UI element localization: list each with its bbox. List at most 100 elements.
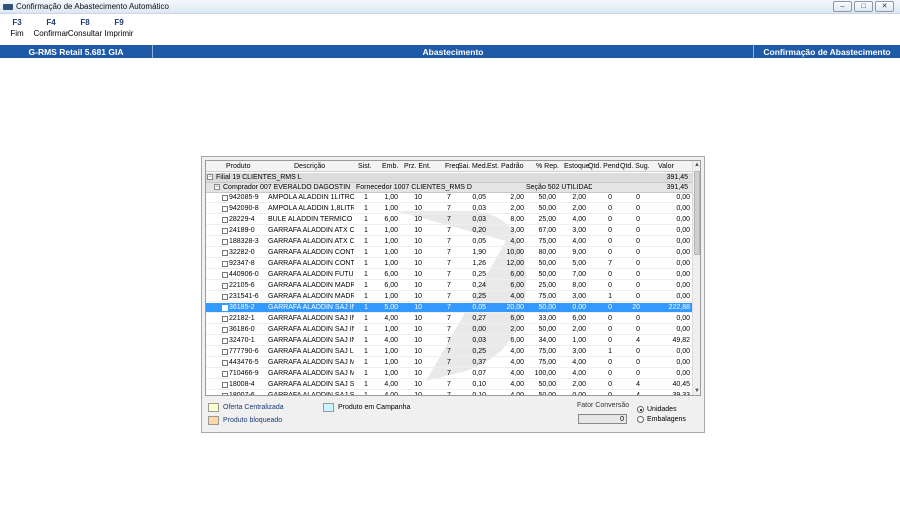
product-row[interactable]: 710466-9 GARRAFA ALADDIN SAJ ME 1 1,00 10 7 0,… (206, 369, 694, 379)
cell-descri-o: GARRAFA ALADDIN FUTURA (268, 271, 354, 278)
product-row[interactable]: 36185-2 GARRAFA ALADDIN SAJ IN.(1 5,00 10 7 0… (206, 303, 694, 313)
toolbar-button-imprimir[interactable]: F9 Imprimir (102, 17, 136, 45)
scrollbar-thumb[interactable] (694, 171, 700, 255)
row-checkbox[interactable] (222, 272, 228, 278)
cell-prz-ent-: 10 (414, 392, 422, 396)
product-row[interactable]: 942085-9 AMPOLA ALADDIN 1LITRO B 1 1,00 10 7 0… (206, 193, 694, 203)
row-checkbox[interactable] (222, 371, 228, 377)
unidades-label: Unidades (647, 406, 677, 413)
toolbar-button-confirmar[interactable]: F4 Confirmar (33, 17, 68, 45)
cell-qtd-sug-: 0 (636, 238, 640, 245)
cell-descri-o: GARRAFA ALADDIN SAJ IN.( (268, 304, 354, 311)
cell-qtd-pend: 0 (608, 337, 612, 344)
toolbar-button-label: Imprimir (104, 29, 134, 38)
unidades-radio-dot[interactable] (637, 406, 644, 413)
product-row[interactable]: 231541-6 GARRAFA ALADDIN MADRI 1 1,00 10 7 0,2… (206, 292, 694, 302)
column-header[interactable]: Produto (226, 161, 251, 172)
cell-prz-ent-: 10 (414, 227, 422, 234)
cell-est-padr-o: 12,00 (506, 260, 524, 267)
product-row[interactable]: 32470-1 GARRAFA ALADDIN SAJ INC 1 4,00 10 7 0,… (206, 336, 694, 346)
column-header[interactable]: Prz. Ent. (404, 161, 431, 172)
row-checkbox[interactable] (222, 338, 228, 344)
row-checkbox[interactable] (222, 327, 228, 333)
row-checkbox[interactable] (222, 305, 228, 311)
product-row[interactable]: 92347-8 GARRAFA ALADDIN CONTIN 1 1,00 10 7 1,2… (206, 259, 694, 269)
column-header[interactable]: Valor (658, 161, 674, 172)
cell-freq-: 7 (447, 216, 451, 223)
row-checkbox[interactable] (222, 217, 228, 223)
cell-valor: 0,00 (676, 315, 690, 322)
vertical-scrollbar[interactable]: ▲ ▼ (692, 161, 700, 395)
close-button[interactable]: ✕ (875, 1, 894, 12)
row-checkbox[interactable] (222, 294, 228, 300)
product-row[interactable]: 22182-1 GARRAFA ALADDIN SAJ INC 1 4,00 10 7 0,… (206, 314, 694, 324)
row-checkbox[interactable] (222, 239, 228, 245)
maximize-button[interactable]: □ (854, 1, 873, 12)
fator-value-field[interactable]: 0 (578, 414, 627, 424)
cell-freq-: 7 (447, 392, 451, 396)
filial-group-row[interactable]: − Filial 19 CLIENTES_RMS L 391,45 (206, 173, 694, 183)
collapse-icon[interactable]: − (214, 184, 220, 190)
toolbar-button-consultar[interactable]: F8 Consultar (68, 17, 102, 45)
row-checkbox[interactable] (222, 250, 228, 256)
row-checkbox[interactable] (222, 382, 228, 388)
cell-emb-: 6,00 (384, 282, 398, 289)
product-row[interactable]: 22105-6 GARRAFA ALADDIN MADRI F 1 6,00 10 7 0,… (206, 281, 694, 291)
column-header[interactable]: Est. Padrão (487, 161, 524, 172)
row-checkbox[interactable] (222, 261, 228, 267)
row-checkbox[interactable] (222, 195, 228, 201)
product-row[interactable]: 942090-8 AMPOLA ALADDIN 1,8LITRO 1 1,00 10 7 0… (206, 204, 694, 214)
product-row[interactable]: 18008-4 GARRAFA ALADDIN SAJ SU 1 4,00 10 7 0,1… (206, 380, 694, 390)
row-checkbox[interactable] (222, 228, 228, 234)
products-grid[interactable]: Produto Descrição Sist. Emb. Prz. Ent. Freq. S… (205, 160, 701, 396)
grid-header: Produto Descrição Sist. Emb. Prz. Ent. Freq. S… (206, 161, 694, 172)
cell-sai-med-: 0,25 (472, 348, 486, 355)
comprador-value: 391,45 (666, 184, 688, 191)
row-checkbox[interactable] (222, 349, 228, 355)
product-row[interactable]: 440906-0 GARRAFA ALADDIN FUTURA 1 6,00 10 7 0,… (206, 270, 694, 280)
cell-qtd-sug-: 0 (636, 227, 640, 234)
product-row[interactable]: 28229-4 BULE ALADDIN TERMICO 75(1 6,00 10 7 0… (206, 215, 694, 225)
cell-est-padr-o: 6,00 (510, 337, 524, 344)
unidades-radio[interactable]: Unidades (637, 406, 677, 413)
column-header[interactable]: Estoque (564, 161, 590, 172)
column-header[interactable]: Qtd. Pend (588, 161, 620, 172)
column-header[interactable]: % Rep. (536, 161, 559, 172)
collapse-icon[interactable]: − (207, 174, 213, 180)
product-row[interactable]: 188328-3 GARRAFA ALADDIN ATX CO 1 1,00 10 7 0,… (206, 237, 694, 247)
column-header[interactable]: Sist. (358, 161, 372, 172)
cell-sai-med-: 0,03 (472, 216, 486, 223)
product-row[interactable]: 24189-0 GARRAFA ALADDIN ATX CA 1 1,00 10 7 0,2… (206, 226, 694, 236)
cell--rep-: 25,00 (538, 282, 556, 289)
comprador-group-row[interactable]: − Comprador 007 EVERALDO DAGOSTIN Forneced… (206, 183, 694, 193)
cell-valor: 0,00 (676, 238, 690, 245)
cell--rep-: 50,00 (538, 205, 556, 212)
product-row[interactable]: 32282-0 GARRAFA ALADDIN CONTIN 1 1,00 10 7 1,9… (206, 248, 694, 258)
cell-emb-: 4,00 (384, 392, 398, 396)
embalagens-radio[interactable]: Embalagens (637, 416, 686, 423)
toolbar-button-fim[interactable]: F3 Fim (0, 17, 34, 45)
column-header[interactable]: Qtd. Sug. (620, 161, 650, 172)
product-row[interactable]: 36186-0 GARRAFA ALADDIN SAJ INC 1 1,00 10 7 0,… (206, 325, 694, 335)
column-header[interactable]: Sai. Med. (458, 161, 488, 172)
product-row[interactable]: 443476-5 GARRAFA ALADDIN SAJ MA 1 1,00 10 7 0,… (206, 358, 694, 368)
product-row[interactable]: 18007-6 GARRAFA ALADDIN SAJ SU 1 4,00 10 7 0,1… (206, 391, 694, 396)
scroll-down-icon[interactable]: ▼ (694, 387, 700, 395)
embalagens-radio-dot[interactable] (637, 416, 644, 423)
cell-valor: 0,00 (676, 249, 690, 256)
scroll-up-icon[interactable]: ▲ (694, 161, 700, 169)
row-checkbox[interactable] (222, 360, 228, 366)
column-header[interactable]: Emb. (382, 161, 398, 172)
cell-estoque: 2,00 (572, 194, 586, 201)
row-checkbox[interactable] (222, 316, 228, 322)
column-header[interactable]: Descrição (294, 161, 325, 172)
row-checkbox[interactable] (222, 283, 228, 289)
campanha-swatch (323, 403, 334, 412)
cell-descri-o: GARRAFA ALADDIN CONTIN (268, 249, 354, 256)
minimize-button[interactable]: – (833, 1, 852, 12)
cell-estoque: 5,00 (572, 260, 586, 267)
product-row[interactable]: 777790-6 GARRAFA ALADDIN SAJ LIS 1 1,00 10 7 0… (206, 347, 694, 357)
row-checkbox[interactable] (222, 393, 228, 395)
row-checkbox[interactable] (222, 206, 228, 212)
bloqueado-swatch (208, 416, 219, 425)
